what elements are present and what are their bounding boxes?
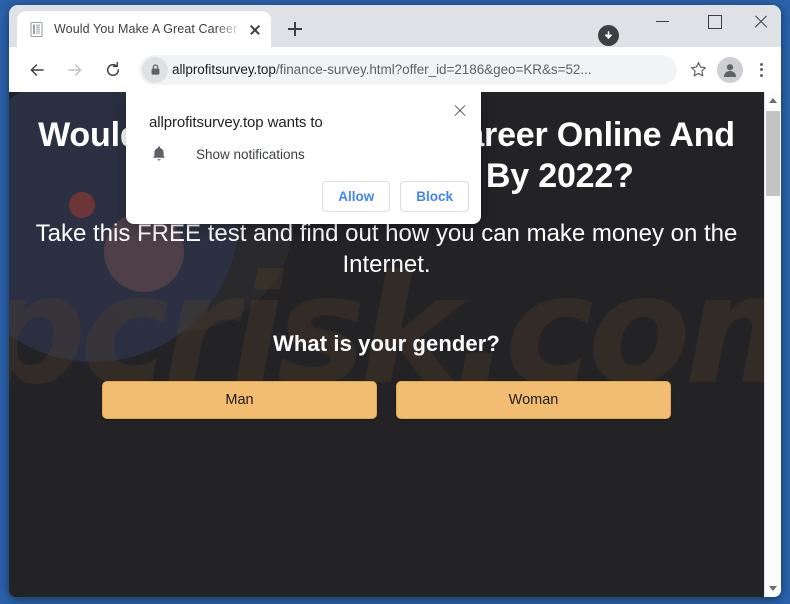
answer-button-man[interactable]: Man — [102, 380, 377, 419]
scrollbar-thumb[interactable] — [766, 111, 780, 196]
scroll-up-icon[interactable] — [765, 92, 781, 109]
forward-button — [59, 54, 91, 86]
desktop-background: Would You Make A Great Career allprofits… — [0, 0, 790, 604]
url-host: allprofitsurvey.top — [172, 62, 276, 77]
back-button[interactable] — [21, 54, 53, 86]
answer-button-woman[interactable]: Woman — [396, 380, 671, 419]
survey-answers: Man Woman — [9, 380, 764, 419]
permission-dialog-actions: Allow Block — [322, 181, 469, 212]
reload-button[interactable] — [97, 54, 129, 86]
bell-icon — [153, 146, 165, 161]
close-window-button[interactable] — [742, 5, 781, 37]
download-icon[interactable] — [598, 25, 619, 46]
menu-icon[interactable] — [747, 55, 775, 85]
menu-dot — [759, 62, 763, 66]
scroll-down-icon[interactable] — [765, 580, 781, 597]
browser-tab[interactable]: Would You Make A Great Career — [17, 11, 271, 47]
bookmark-star-icon[interactable] — [683, 55, 713, 85]
close-icon[interactable] — [447, 98, 473, 124]
browser-window: Would You Make A Great Career allprofits… — [9, 5, 781, 597]
maximize-button[interactable] — [691, 5, 737, 37]
url-path: /finance-survey.html?offer_id=2186&geo=K… — [275, 62, 592, 77]
permission-option-label: Show notifications — [196, 146, 305, 162]
avatar[interactable] — [717, 56, 743, 83]
permission-option-row: Show notifications — [149, 144, 305, 164]
reload-icon — [106, 61, 120, 76]
url-text: allprofitsurvey.top/finance-survey.html?… — [172, 62, 591, 77]
address-bar[interactable]: allprofitsurvey.top/finance-survey.html?… — [139, 54, 677, 85]
browser-toolbar: allprofitsurvey.top/finance-survey.html?… — [9, 47, 781, 92]
allow-button[interactable]: Allow — [322, 181, 391, 212]
tab-title: Would You Make A Great Career — [54, 22, 238, 36]
page-viewport: pcrisk.com Would You Make A Great Career… — [9, 92, 781, 597]
menu-dot — [759, 73, 763, 78]
tab-strip: Would You Make A Great Career — [9, 5, 781, 47]
arrow-left-icon — [30, 63, 44, 76]
survey-question: What is your gender? — [273, 330, 500, 356]
close-icon[interactable] — [245, 19, 265, 39]
document-icon — [30, 21, 43, 37]
vertical-scrollbar[interactable] — [764, 92, 781, 597]
notification-permission-dialog: allprofitsurvey.top wants to Show notifi… — [126, 92, 481, 224]
arrow-right-icon — [68, 63, 82, 76]
page-subheadline: Take this FREE test and find out how you… — [35, 220, 738, 279]
new-tab-button[interactable] — [281, 15, 309, 43]
lock-icon[interactable] — [142, 56, 168, 83]
menu-dot — [759, 68, 763, 72]
minimize-button[interactable] — [640, 5, 686, 37]
permission-dialog-title: allprofitsurvey.top wants to — [149, 114, 323, 131]
block-button[interactable]: Block — [400, 181, 469, 212]
